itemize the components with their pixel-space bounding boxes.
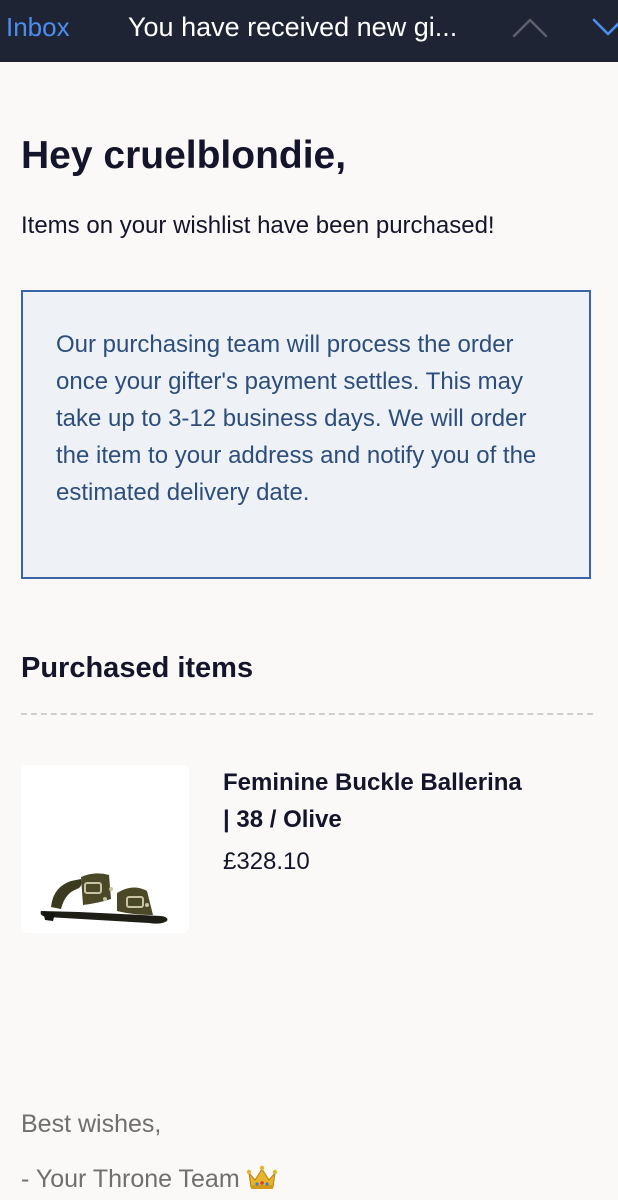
dashed-divider: [21, 713, 593, 715]
greeting-heading: Hey cruelblondie,: [21, 134, 347, 177]
chevron-down-icon: [592, 18, 618, 36]
crown-icon: [246, 1165, 278, 1198]
email-subject: You have received new gi...: [128, 12, 458, 42]
intro-text: Items on your wishlist have been purchas…: [21, 212, 495, 239]
sandal-image: [40, 873, 168, 924]
processing-notice: Our purchasing team will process the ord…: [21, 290, 591, 579]
chevron-up-icon: [512, 18, 548, 38]
product-price: £328.10: [223, 848, 310, 875]
previous-email-button[interactable]: [508, 12, 552, 42]
product-name[interactable]: Feminine Buckle Ballerina | 38 / Olive: [223, 764, 523, 838]
processing-notice-text: Our purchasing team will process the ord…: [56, 331, 537, 506]
email-screen: Inbox You have received new gi... Hey cr…: [0, 0, 618, 1200]
next-email-button[interactable]: [588, 12, 618, 42]
signature-line: - Your Throne Team: [21, 1165, 278, 1198]
purchased-items-heading: Purchased items: [21, 652, 254, 684]
nav-bar: Inbox You have received new gi...: [0, 0, 618, 62]
signoff-text: Best wishes,: [21, 1110, 162, 1138]
product-image[interactable]: [21, 765, 189, 933]
signature-text: - Your Throne Team: [21, 1165, 240, 1193]
inbox-back-button[interactable]: Inbox: [6, 10, 70, 44]
